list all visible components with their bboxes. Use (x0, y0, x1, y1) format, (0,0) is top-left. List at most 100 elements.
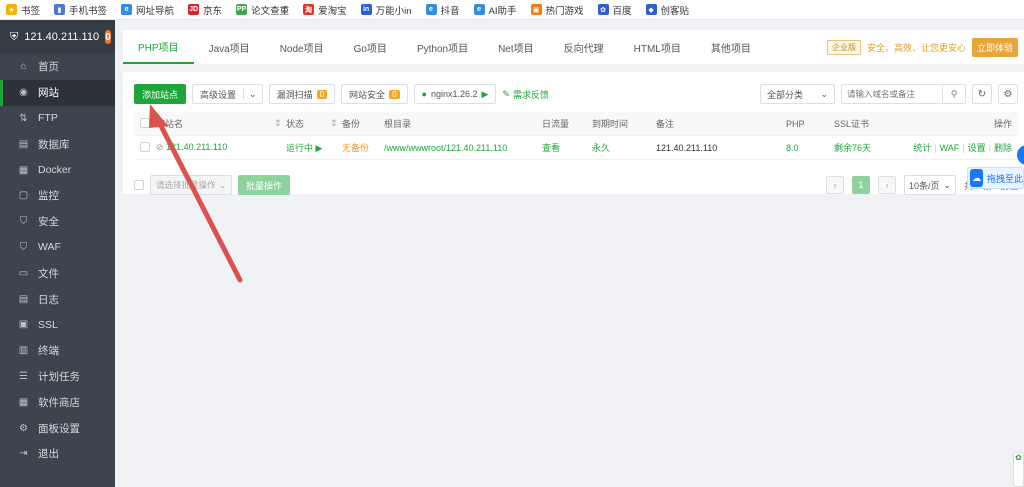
sidebar-item-label: 文件 (38, 267, 59, 280)
feedback-link[interactable]: ✎ 需求反馈 (502, 88, 549, 101)
bookmark-item[interactable]: e AI助手 (473, 3, 517, 17)
traffic-link[interactable]: 查看 (542, 141, 592, 154)
site-security-button[interactable]: 网站安全 0 (341, 84, 408, 104)
chevron-down-icon: ⌄ (243, 88, 262, 100)
try-now-button[interactable]: 立即体验 (971, 37, 1018, 57)
ssl-icon: ▣ (18, 319, 29, 331)
row-checkbox[interactable] (140, 141, 150, 152)
bookmark-item[interactable]: e 网址导航 (121, 3, 174, 17)
sidebar-item-label: 数据库 (38, 138, 70, 151)
per-page-select[interactable]: 10条/页 ⌄ (903, 175, 956, 195)
batch-operation-button[interactable]: 批量操作 (238, 175, 291, 195)
page-1-button[interactable]: 1 (851, 176, 870, 194)
refresh-icon[interactable]: ↻ (972, 84, 992, 104)
column-header[interactable]: 状态 (286, 117, 330, 130)
add-site-button[interactable]: 添加站点 (134, 84, 187, 104)
tab-item[interactable]: Java项目 (194, 30, 265, 64)
bookmark-label: 网址导航 (136, 5, 175, 17)
tab-item[interactable]: 其他项目 (696, 30, 766, 64)
sort-icon[interactable]: ⇕ (274, 118, 286, 129)
select-all-checkbox[interactable] (134, 180, 144, 190)
bookmark-item[interactable]: ★ 书签 (6, 3, 40, 17)
sidebar-item-ftp[interactable]: ⇅ FTP (0, 106, 115, 132)
bookmark-item[interactable]: PP 论文查重 (236, 3, 289, 17)
search-icon[interactable]: ⚲ (942, 85, 965, 103)
side-green-tab[interactable]: ✿ (1013, 452, 1024, 487)
remark-text: 121.40.211.110 (656, 142, 718, 153)
bookmark-item[interactable]: JD 京东 (188, 3, 222, 17)
bookmark-icon: 淘 (303, 4, 315, 15)
advanced-settings-button[interactable]: 高级设置 ⌄ (192, 84, 263, 104)
gear-icon[interactable]: ⚙ (998, 84, 1018, 104)
bookmark-item[interactable]: ▣ 热门游戏 (530, 3, 584, 17)
tab-item[interactable]: Net项目 (483, 30, 549, 64)
sidebar-item-globe[interactable]: ◉ 网站 (0, 79, 115, 106)
sidebar-item-logout[interactable]: ⇥ 退出 (0, 441, 115, 467)
next-page-button[interactable]: › (877, 176, 896, 194)
sidebar-item-store[interactable]: ▦ 软件商店 (0, 389, 115, 415)
sidebar-item-label: 网站 (38, 87, 59, 100)
header-checkbox[interactable] (140, 117, 150, 128)
tab-item[interactable]: 反向代理 (549, 30, 619, 64)
tab-item[interactable]: Node项目 (265, 30, 339, 64)
sidebar-item-docker[interactable]: ▦ Docker (0, 157, 115, 183)
tab-item[interactable]: PHP项目 (123, 30, 194, 64)
sort-icon[interactable]: ⇕ (330, 118, 342, 129)
bookmark-item[interactable]: ◆ 创客贴 (645, 3, 689, 17)
sidebar-item-ssl[interactable]: ▣ SSL (0, 312, 115, 338)
sidebar-item-terminal[interactable]: ▥ 终端 (0, 338, 115, 364)
action-link[interactable]: 设置 (968, 143, 986, 153)
search-input[interactable] (842, 89, 942, 99)
sidebar-item-task[interactable]: ☰ 计划任务 (0, 364, 115, 390)
site-name-link[interactable]: ⊘ 121.40.211.110 (156, 142, 286, 153)
remark[interactable]: 121.40.211.110 (656, 143, 786, 153)
tab-item[interactable]: HTML项目 (619, 30, 696, 64)
php-version-text: 8.0 (786, 142, 799, 153)
prev-page-button[interactable]: ‹ (825, 176, 844, 194)
category-select[interactable]: 全部分类 ⌄ (760, 84, 835, 104)
server-header[interactable]: ⛨ 121.40.211.110 0 (0, 20, 115, 54)
root-path-link[interactable]: /www/wwwroot/121.40.211.110 (384, 143, 542, 153)
site-list-card: 添加站点 高级设置 ⌄ 漏洞扫描 0 网站安全 0 ● nginx1.26.2 … (123, 72, 1024, 195)
column-header[interactable]: 网站名 (156, 117, 274, 130)
action-link[interactable]: 删除 (994, 143, 1012, 153)
backup-status[interactable]: 无备份 (342, 141, 384, 154)
bookmark-icon: ✿ (597, 4, 609, 15)
tab-item[interactable]: Python项目 (402, 30, 483, 64)
sidebar-item-waf[interactable]: ⛉ WAF (0, 235, 115, 261)
vuln-scan-button[interactable]: 漏洞扫描 0 (268, 84, 336, 104)
nginx-button[interactable]: ● nginx1.26.2 ▶ (413, 84, 497, 104)
action-link[interactable]: WAF (940, 143, 960, 153)
divider: | (962, 143, 965, 153)
action-link[interactable]: 统计 (913, 143, 931, 153)
tab-item[interactable]: Go项目 (339, 30, 402, 64)
site-name-link-text: 121.40.211.110 (166, 142, 228, 152)
traffic-link-text: 查看 (542, 143, 561, 153)
ssl-status[interactable]: 剩余76天 (834, 141, 898, 154)
sidebar-item-log[interactable]: ▤ 日志 (0, 286, 115, 312)
bookmark-item[interactable]: in 万能小in (360, 3, 412, 17)
notification-badge[interactable]: 0 (105, 30, 111, 44)
status-running[interactable]: 运行中 ▶ (286, 141, 342, 154)
sidebar-item-database[interactable]: ▤ 数据库 (0, 131, 115, 157)
bookmark-item[interactable]: ✿ 百度 (597, 3, 632, 17)
drag-drop-widget[interactable]: ☁ 拖拽至此 (967, 167, 1024, 189)
bookmark-item[interactable]: 淘爱淘宝 (303, 3, 347, 17)
sidebar-item-shield[interactable]: ⛉ 安全 (0, 209, 115, 235)
sidebar-item-home[interactable]: ⌂ 首页 (0, 54, 115, 80)
expire-date[interactable]: 永久 (592, 141, 656, 154)
docker-icon: ▦ (18, 164, 29, 176)
waf-icon: ⛉ (19, 241, 28, 253)
sidebar-item-monitor[interactable]: ▢ 监控 (0, 183, 115, 209)
php-version[interactable]: 8.0 (786, 143, 834, 153)
batch-operation-select[interactable]: 请选择批量操作 ⌄ (150, 175, 232, 195)
sidebar-item-label: 面板设置 (38, 422, 80, 435)
sidebar-item-settings[interactable]: ⚙ 面板设置 (0, 415, 115, 441)
nginx-version: nginx1.26.2 (430, 89, 478, 99)
sidebar-item-folder[interactable]: ▭ 文件 (0, 260, 115, 286)
bookmark-icon: ★ (6, 4, 17, 15)
column-header: 到期时间 (592, 119, 629, 129)
bookmark-item[interactable]: ▮ 手机书签 (54, 3, 107, 17)
chevron-down-icon: ⌄ (218, 179, 226, 190)
bookmark-item[interactable]: e 抖音 (425, 3, 460, 17)
